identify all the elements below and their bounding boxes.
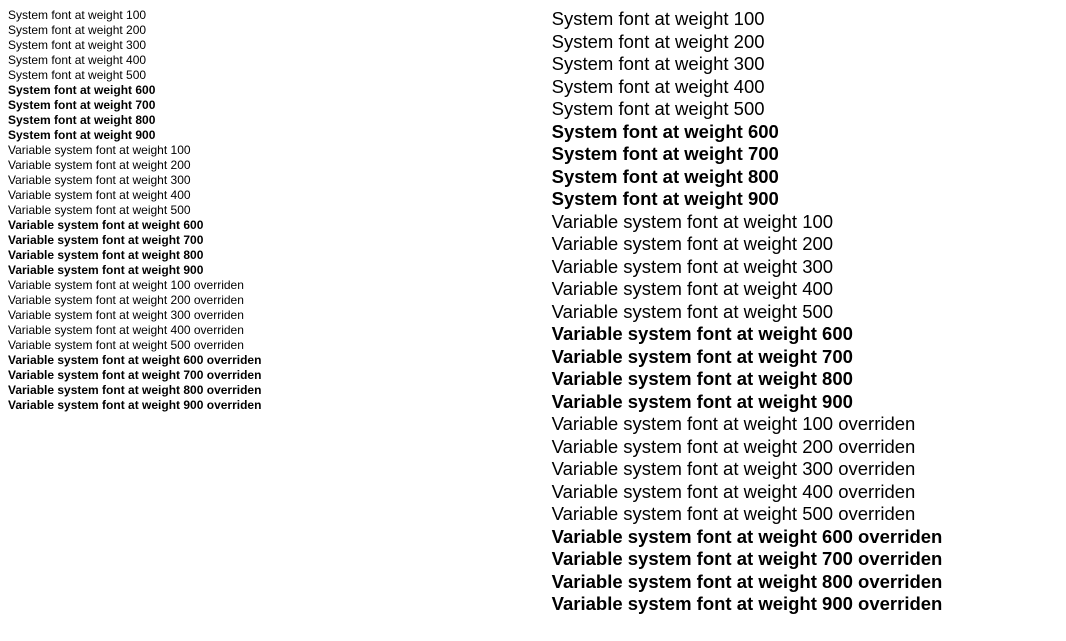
sample-row: System font at weight 800	[552, 166, 1058, 189]
sample-row: System font at weight 500	[552, 98, 1058, 121]
sample-row: System font at weight 800	[8, 113, 536, 128]
sample-row: System font at weight 300	[552, 53, 1058, 76]
sample-row: Variable system font at weight 700	[552, 346, 1058, 369]
sample-row: System font at weight 300	[8, 38, 536, 53]
sample-row: Variable system font at weight 400 overr…	[8, 323, 536, 338]
sample-row: Variable system font at weight 300	[552, 256, 1058, 279]
sample-row: Variable system font at weight 900	[552, 391, 1058, 414]
sample-row: Variable system font at weight 100 overr…	[552, 413, 1058, 436]
sample-row: Variable system font at weight 200	[8, 158, 536, 173]
sample-row: Variable system font at weight 700 overr…	[8, 368, 536, 383]
sample-row: System font at weight 700	[552, 143, 1058, 166]
sample-row: Variable system font at weight 100 overr…	[8, 278, 536, 293]
sample-row: System font at weight 900	[552, 188, 1058, 211]
sample-row: System font at weight 400	[552, 76, 1058, 99]
sample-row: Variable system font at weight 600 overr…	[8, 353, 536, 368]
sample-row: Variable system font at weight 400	[552, 278, 1058, 301]
sample-row: Variable system font at weight 100	[552, 211, 1058, 234]
sample-row: Variable system font at weight 400 overr…	[552, 481, 1058, 504]
sample-row: Variable system font at weight 300	[8, 173, 536, 188]
sample-row: Variable system font at weight 800	[8, 248, 536, 263]
sample-row: System font at weight 600	[552, 121, 1058, 144]
sample-row: Variable system font at weight 700	[8, 233, 536, 248]
font-weight-specimen: System font at weight 100 System font at…	[0, 0, 1066, 641]
specimen-column-small: System font at weight 100 System font at…	[0, 0, 544, 641]
sample-row: Variable system font at weight 100	[8, 143, 536, 158]
sample-row: System font at weight 500	[8, 68, 536, 83]
sample-row: System font at weight 100	[8, 8, 536, 23]
sample-row: Variable system font at weight 400	[8, 188, 536, 203]
sample-row: Variable system font at weight 900 overr…	[552, 593, 1058, 616]
sample-row: Variable system font at weight 200	[552, 233, 1058, 256]
specimen-column-large: System font at weight 100 System font at…	[544, 0, 1066, 641]
sample-row: Variable system font at weight 900 overr…	[8, 398, 536, 413]
sample-row: System font at weight 200	[8, 23, 536, 38]
sample-row: Variable system font at weight 200 overr…	[552, 436, 1058, 459]
sample-row: System font at weight 600	[8, 83, 536, 98]
sample-row: Variable system font at weight 800 overr…	[552, 571, 1058, 594]
sample-row: Variable system font at weight 500 overr…	[552, 503, 1058, 526]
sample-row: System font at weight 400	[8, 53, 536, 68]
sample-row: Variable system font at weight 800 overr…	[8, 383, 536, 398]
sample-row: System font at weight 200	[552, 31, 1058, 54]
sample-row: System font at weight 700	[8, 98, 536, 113]
sample-row: Variable system font at weight 800	[552, 368, 1058, 391]
sample-row: Variable system font at weight 600	[8, 218, 536, 233]
sample-row: Variable system font at weight 700 overr…	[552, 548, 1058, 571]
sample-row: Variable system font at weight 600 overr…	[552, 526, 1058, 549]
sample-row: Variable system font at weight 300 overr…	[552, 458, 1058, 481]
sample-row: Variable system font at weight 500	[8, 203, 536, 218]
sample-row: Variable system font at weight 300 overr…	[8, 308, 536, 323]
sample-row: Variable system font at weight 500 overr…	[8, 338, 536, 353]
sample-row: System font at weight 100	[552, 8, 1058, 31]
sample-row: Variable system font at weight 200 overr…	[8, 293, 536, 308]
sample-row: Variable system font at weight 900	[8, 263, 536, 278]
sample-row: Variable system font at weight 600	[552, 323, 1058, 346]
sample-row: Variable system font at weight 500	[552, 301, 1058, 324]
sample-row: System font at weight 900	[8, 128, 536, 143]
